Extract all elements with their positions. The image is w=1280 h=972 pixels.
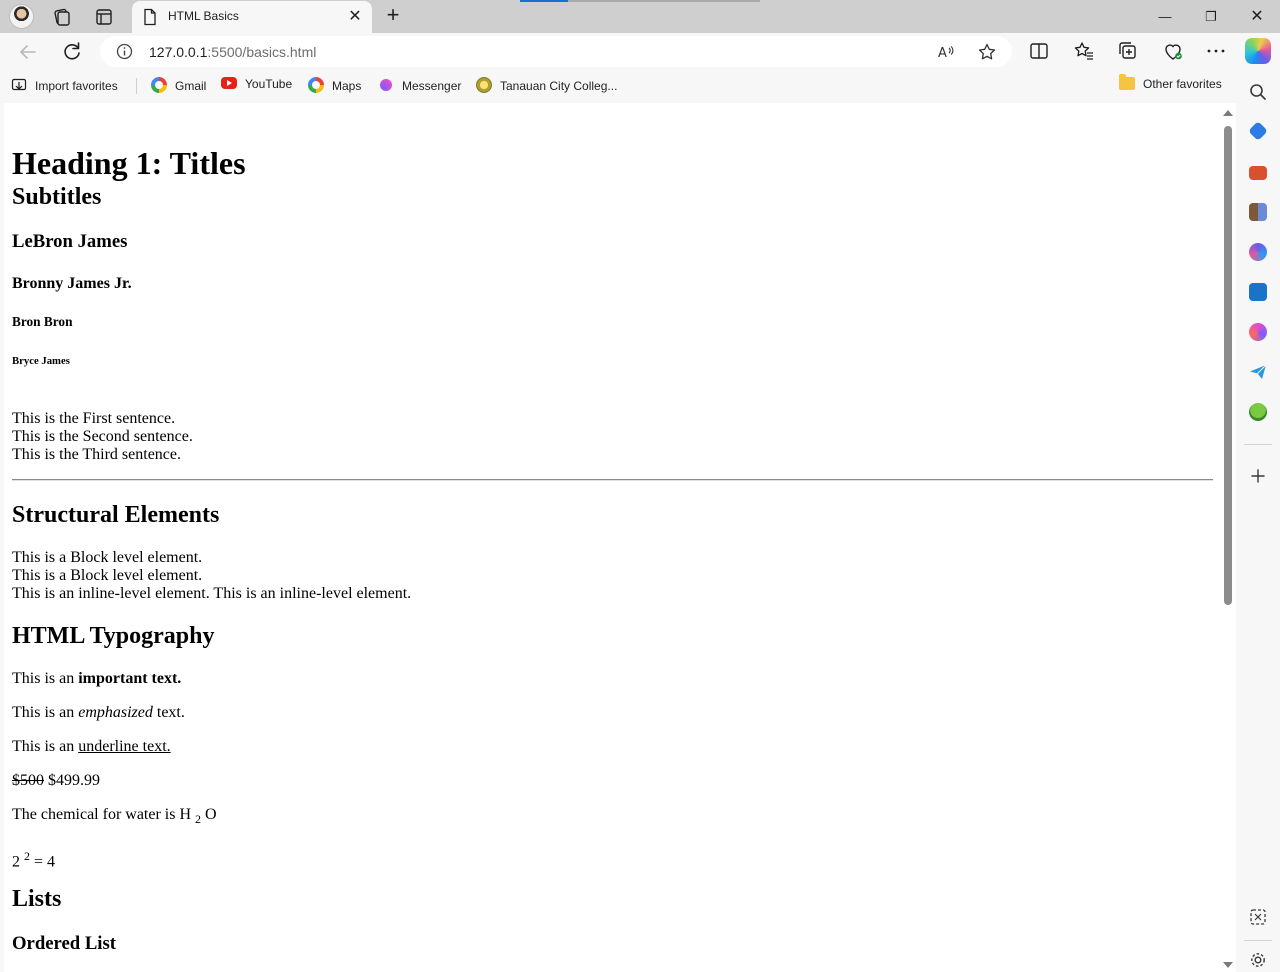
- restore-button[interactable]: ❐: [1188, 0, 1234, 33]
- heading-1: Heading 1: Titles: [12, 145, 246, 181]
- outlook-icon[interactable]: [1249, 283, 1267, 301]
- address-bar[interactable]: 127.0.0.1:5500/basics.html A: [100, 36, 1012, 67]
- sentence-second: This is the Second sentence.: [12, 428, 193, 445]
- close-window-button[interactable]: ✕: [1234, 0, 1280, 33]
- scroll-down-arrow-icon[interactable]: [1223, 962, 1233, 968]
- edge-sidebar: [1236, 70, 1280, 972]
- emphasized-text-paragraph: This is an emphasized text.: [12, 704, 185, 721]
- tools-briefcase-icon[interactable]: [1249, 166, 1267, 180]
- games-chess-icon[interactable]: [1249, 203, 1267, 221]
- split-screen-icon[interactable]: [1027, 39, 1051, 63]
- profile-avatar[interactable]: [9, 4, 34, 29]
- favorite-maps[interactable]: Maps: [308, 77, 361, 95]
- url-text[interactable]: 127.0.0.1:5500/basics.html: [149, 44, 316, 60]
- favorite-import[interactable]: Import favorites: [11, 77, 118, 95]
- other-favorites[interactable]: Other favorites: [1119, 74, 1222, 95]
- import-icon: [11, 78, 27, 91]
- search-icon[interactable]: [1248, 82, 1268, 102]
- block-element-1: This is a Block level element.: [12, 549, 203, 566]
- typography-heading: HTML Typography: [12, 623, 215, 649]
- lists-heading: Lists: [12, 886, 62, 912]
- page-icon: [144, 8, 156, 26]
- favorite-youtube[interactable]: YouTube: [221, 77, 292, 95]
- refresh-icon[interactable]: [58, 38, 86, 66]
- structural-elements-heading: Structural Elements: [12, 502, 220, 528]
- title-bar: HTML Basics ✕ + — ❐ ✕: [0, 0, 1280, 33]
- shopping-tag-icon[interactable]: [1248, 121, 1268, 141]
- google-icon: [308, 77, 324, 93]
- sidebar-divider: [1244, 444, 1272, 445]
- sentence-third: This is the Third sentence.: [12, 446, 181, 463]
- add-icon[interactable]: [1248, 466, 1268, 486]
- inline-elements: This is an inline-level element. This is…: [12, 585, 412, 602]
- read-aloud-icon[interactable]: A: [936, 42, 956, 62]
- sentence-first: This is the First sentence.: [12, 410, 176, 427]
- tab-close-icon[interactable]: ✕: [346, 8, 364, 26]
- svg-text:A: A: [938, 46, 947, 61]
- emphasized-text: emphasized: [78, 704, 153, 721]
- underlined-text: underline text.: [78, 738, 171, 755]
- back-icon[interactable]: [14, 38, 42, 66]
- folder-icon: [1119, 74, 1135, 90]
- scroll-up-arrow-icon[interactable]: [1223, 110, 1233, 116]
- tab-title: HTML Basics: [168, 9, 239, 23]
- site-info-icon[interactable]: [116, 43, 133, 60]
- college-icon: [476, 77, 492, 93]
- heading-4: Bronny James Jr.: [12, 275, 132, 292]
- favorite-gmail[interactable]: Gmail: [151, 77, 206, 95]
- block-element-2: This is a Block level element.: [12, 567, 203, 584]
- minimize-button[interactable]: —: [1142, 0, 1188, 33]
- collections-icon[interactable]: [1116, 39, 1140, 63]
- sidebar-divider-bottom: [1244, 940, 1272, 941]
- workspaces-icon[interactable]: [51, 6, 73, 28]
- messenger-icon: [380, 79, 392, 91]
- horizontal-rule: [12, 479, 1213, 481]
- ordered-list-heading: Ordered List: [12, 933, 116, 954]
- heading-2: Subtitles: [12, 184, 102, 210]
- favorites-divider: [136, 78, 137, 94]
- underline-text-paragraph: This is an underline text.: [12, 738, 171, 755]
- favorites-icon[interactable]: [1072, 39, 1096, 63]
- old-price: $500: [12, 772, 44, 789]
- tree-icon[interactable]: [1249, 403, 1267, 421]
- loading-indicator: [520, 0, 760, 2]
- heading-6: Bryce James: [12, 355, 70, 367]
- send-telegram-icon[interactable]: [1248, 362, 1268, 382]
- favorites-bar: Import favorites Gmail YouTube Maps Mess…: [0, 70, 1280, 102]
- new-price: $499.99: [44, 772, 100, 789]
- favorite-messenger[interactable]: Messenger: [378, 77, 461, 95]
- tab-html-basics[interactable]: HTML Basics ✕: [132, 1, 372, 33]
- exponent-paragraph: 2 2 = 4: [12, 849, 56, 871]
- price-paragraph: $500 $499.99: [12, 772, 100, 790]
- vertical-tabs-icon[interactable]: [93, 6, 115, 28]
- screenshot-icon[interactable]: [1248, 907, 1268, 927]
- copilot-icon[interactable]: [1245, 38, 1271, 64]
- add-favorite-star-icon[interactable]: [977, 42, 997, 62]
- chemical-paragraph: The chemical for water is H 2 O: [12, 806, 217, 827]
- navigation-toolbar: 127.0.0.1:5500/basics.html A: [0, 33, 1280, 70]
- heading-3: LeBron James: [12, 231, 128, 252]
- more-options-icon[interactable]: [1204, 39, 1228, 63]
- browser-essentials-icon[interactable]: [1161, 39, 1185, 63]
- microsoft-365-icon[interactable]: [1249, 243, 1267, 261]
- google-icon: [151, 77, 167, 93]
- strong-text-paragraph: This is an important text.: [12, 670, 182, 687]
- page-viewport: Heading 1: Titles Subtitles LeBron James…: [4, 103, 1236, 972]
- new-tab-button[interactable]: +: [382, 4, 404, 28]
- favorite-tanauan-city-college[interactable]: Tanauan City Colleg...: [476, 77, 617, 95]
- designer-icon[interactable]: [1249, 323, 1267, 341]
- youtube-icon: [221, 77, 237, 89]
- heading-5: Bron Bron: [12, 314, 73, 329]
- strong-text: important text.: [78, 670, 182, 687]
- settings-gear-icon[interactable]: [1248, 950, 1268, 970]
- scrollbar-thumb[interactable]: [1224, 126, 1232, 605]
